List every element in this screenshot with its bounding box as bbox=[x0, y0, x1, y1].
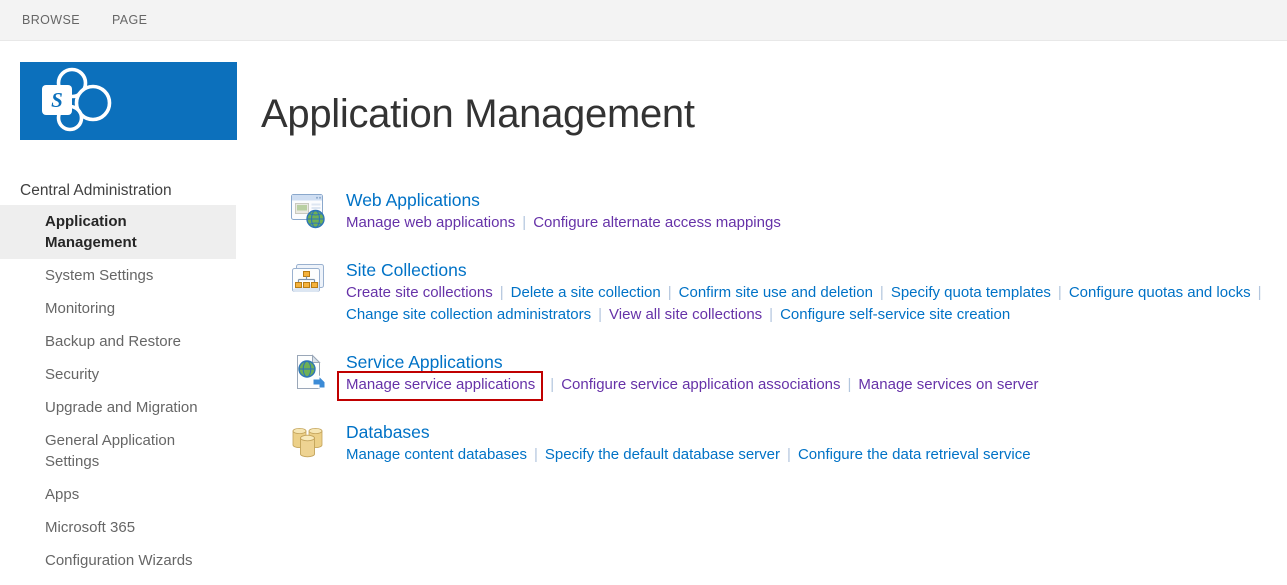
section-body: Web Applications Manage web applications… bbox=[346, 188, 781, 234]
link-delete-a-site-collection[interactable]: Delete a site collection bbox=[511, 284, 661, 301]
ribbon-tab-bar: BROWSE PAGE bbox=[0, 0, 1287, 41]
link-row: Manage content databases | Specify the def… bbox=[346, 444, 1031, 466]
link-manage-service-applications[interactable]: Manage service applications bbox=[346, 376, 535, 393]
link-configure-service-application-associations[interactable]: Configure service application associatio… bbox=[561, 376, 840, 393]
section-body: Databases Manage content databases | Speci… bbox=[346, 420, 1031, 466]
link-separator: | bbox=[787, 446, 791, 463]
sidebar-item-monitoring[interactable]: Monitoring bbox=[0, 292, 236, 325]
tab-browse[interactable]: BROWSE bbox=[22, 13, 80, 27]
link-configure-the-data-retrieval-service[interactable]: Configure the data retrieval service bbox=[798, 446, 1031, 463]
sidebar-item-general-application-settings[interactable]: General Application Settings bbox=[0, 424, 236, 478]
page-title: Application Management bbox=[261, 92, 695, 136]
sharepoint-logo-icon: S bbox=[42, 67, 112, 132]
link-separator: | bbox=[667, 284, 672, 301]
sidebar-list: Application Management System Settings M… bbox=[0, 205, 236, 577]
link-separator: | bbox=[1257, 284, 1262, 301]
section-service-applications: Service Applications Manage service appl… bbox=[288, 350, 1287, 401]
sidebar-item-application-management[interactable]: Application Management bbox=[0, 205, 236, 259]
link-separator: | bbox=[769, 306, 774, 323]
sidebar-item-security[interactable]: Security bbox=[0, 358, 236, 391]
sharepoint-logo[interactable]: S bbox=[20, 62, 237, 140]
highlight-box: Manage service applications bbox=[337, 371, 544, 401]
sidebar-nav: Central Administration Application Manag… bbox=[0, 180, 236, 577]
link-separator: | bbox=[1057, 284, 1062, 301]
section-title-web-applications[interactable]: Web Applications bbox=[346, 188, 781, 212]
section-title-databases[interactable]: Databases bbox=[346, 420, 1031, 444]
link-manage-web-applications[interactable]: Manage web applications bbox=[346, 214, 515, 231]
section-title-site-collections[interactable]: Site Collections bbox=[346, 258, 1269, 282]
section-site-collections: Site Collections Create site collections… bbox=[288, 258, 1287, 326]
link-separator: | bbox=[598, 306, 603, 323]
databases-icon bbox=[292, 428, 323, 458]
web-applications-icon bbox=[291, 194, 325, 229]
link-separator: | bbox=[533, 446, 538, 463]
link-create-site-collections[interactable]: Create site collections bbox=[346, 284, 493, 301]
link-separator: | bbox=[847, 376, 852, 393]
sidebar-item-central-administration[interactable]: Central Administration bbox=[0, 180, 236, 201]
link-row: Change site collection administrators | Vi… bbox=[346, 304, 1269, 326]
tab-page[interactable]: PAGE bbox=[112, 13, 147, 27]
service-applications-icon bbox=[297, 354, 326, 389]
central-admin-page: BROWSE PAGE S Application Management Cen… bbox=[0, 0, 1287, 585]
link-manage-services-on-server[interactable]: Manage services on server bbox=[858, 376, 1038, 393]
link-separator: | bbox=[499, 284, 504, 301]
link-specify-the-default-database-server[interactable]: Specify the default database server bbox=[545, 446, 780, 463]
link-specify-quota-templates[interactable]: Specify quota templates bbox=[891, 284, 1051, 301]
link-change-site-collection-administrators[interactable]: Change site collection administrators bbox=[346, 306, 591, 323]
link-configure-self-service-site-creation[interactable]: Configure self-service site creation bbox=[780, 306, 1010, 323]
link-row: Create site collections | Delete a site co… bbox=[346, 282, 1269, 304]
link-row: Manage service applications | Configure se… bbox=[337, 371, 1039, 401]
sidebar-item-system-settings[interactable]: System Settings bbox=[0, 259, 236, 292]
section-body: Site Collections Create site collections… bbox=[346, 258, 1269, 326]
sidebar-item-backup-and-restore[interactable]: Backup and Restore bbox=[0, 325, 236, 358]
link-separator: | bbox=[522, 214, 527, 231]
link-configure-quotas-and-locks[interactable]: Configure quotas and locks bbox=[1069, 284, 1251, 301]
link-confirm-site-use-and-deletion[interactable]: Confirm site use and deletion bbox=[679, 284, 873, 301]
link-row: Manage web applications | Configure altern… bbox=[346, 212, 781, 234]
section-web-applications: Web Applications Manage web applications… bbox=[288, 188, 1287, 234]
link-view-all-site-collections[interactable]: View all site collections bbox=[609, 306, 762, 323]
site-collections-icon bbox=[292, 264, 324, 292]
sidebar-item-microsoft-365[interactable]: Microsoft 365 bbox=[0, 511, 236, 544]
main-content: Web Applications Manage web applications… bbox=[288, 188, 1287, 490]
section-databases: Databases Manage content databases | Speci… bbox=[288, 420, 1287, 466]
sidebar-item-configuration-wizards[interactable]: Configuration Wizards bbox=[0, 544, 236, 577]
svg-text:S: S bbox=[51, 88, 63, 112]
sidebar-item-upgrade-and-migration[interactable]: Upgrade and Migration bbox=[0, 391, 236, 424]
link-manage-content-databases[interactable]: Manage content databases bbox=[346, 446, 527, 463]
link-separator: | bbox=[550, 376, 555, 393]
link-separator: | bbox=[879, 284, 884, 301]
sidebar-item-apps[interactable]: Apps bbox=[0, 478, 236, 511]
section-body: Service Applications Manage service appl… bbox=[337, 350, 1039, 401]
link-configure-alternate-access-mappings[interactable]: Configure alternate access mappings bbox=[533, 214, 781, 231]
